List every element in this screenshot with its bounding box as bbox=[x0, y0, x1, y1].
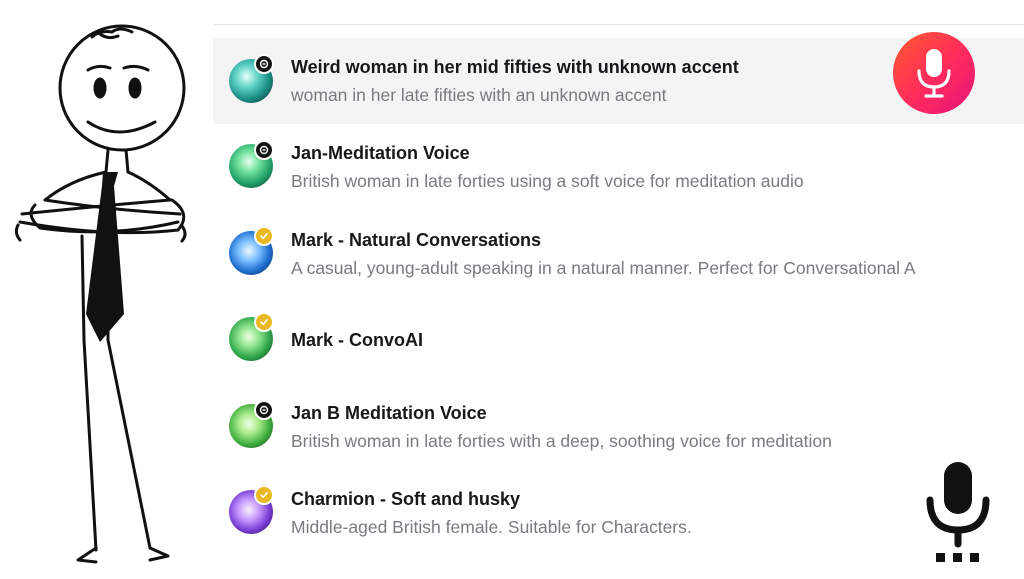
voice-description: Middle-aged British female. Suitable for… bbox=[291, 517, 692, 537]
voice-row[interactable]: Jan-Meditation Voice British woman in la… bbox=[213, 124, 1024, 210]
voice-description: A casual, young-adult speaking in a natu… bbox=[291, 258, 916, 278]
microphone-icon bbox=[917, 49, 951, 98]
voice-description: British woman in late forties using a so… bbox=[291, 171, 804, 191]
voice-row[interactable]: Mark - ConvoAI bbox=[213, 296, 1024, 382]
voice-name: Mark - ConvoAI bbox=[291, 330, 424, 350]
record-microphone-button[interactable] bbox=[893, 32, 975, 114]
verified-badge-icon bbox=[254, 312, 274, 332]
voice-row[interactable]: Charmion - Soft and husky Middle-aged Br… bbox=[213, 468, 1024, 554]
voice-name: Mark - Natural Conversations bbox=[291, 230, 542, 250]
list-top-divider bbox=[213, 24, 1024, 25]
verified-badge-icon bbox=[254, 226, 274, 246]
cloned-voice-badge-icon bbox=[254, 54, 274, 74]
cloned-voice-badge-icon bbox=[254, 140, 274, 160]
microphone-icon bbox=[926, 462, 990, 562]
voice-row[interactable]: Mark - Natural Conversations A casual, y… bbox=[213, 210, 1024, 296]
voice-name: Jan B Meditation Voice bbox=[291, 403, 487, 423]
stick-figure-illustration bbox=[14, 24, 187, 564]
verified-badge-icon bbox=[254, 485, 274, 505]
voice-description: British woman in late forties with a dee… bbox=[291, 431, 832, 451]
voice-row[interactable]: Jan B Meditation Voice British woman in … bbox=[213, 382, 1024, 468]
voice-name: Charmion - Soft and husky bbox=[291, 489, 521, 509]
cloned-voice-badge-icon bbox=[254, 400, 274, 420]
voice-name: Jan-Meditation Voice bbox=[291, 143, 470, 163]
voice-name: Weird woman in her mid fifties with unkn… bbox=[291, 57, 739, 77]
